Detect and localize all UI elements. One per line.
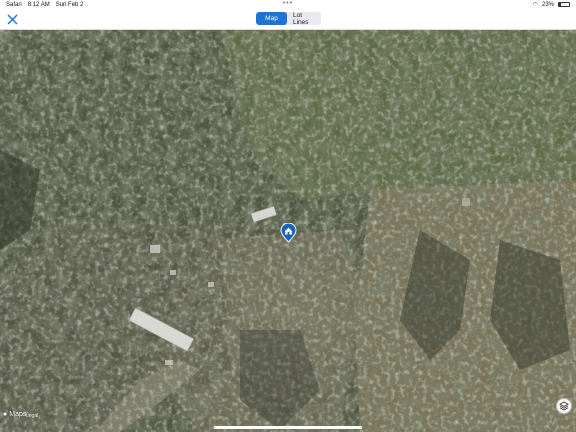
legal-link[interactable]: Legal (26, 413, 38, 419)
wifi-icon: ◠ (532, 2, 538, 8)
maps-attribution: ● Maps (3, 411, 26, 418)
status-date: Sun Feb 2 (55, 1, 84, 8)
house-icon (280, 223, 297, 243)
status-bar: Safari 8:12 AM Sun Feb 2 ••• ◠ 23% (0, 0, 576, 9)
property-pin[interactable] (280, 223, 297, 243)
status-time: 8:12 AM (27, 1, 50, 8)
map-layers-button[interactable] (556, 398, 572, 414)
satellite-map[interactable] (0, 30, 576, 432)
battery-percent: 23% (541, 1, 554, 8)
home-indicator[interactable] (214, 426, 362, 429)
maps-label: Maps (9, 411, 27, 418)
map-mode-segmented-control: Map Lot Lines (256, 12, 321, 25)
close-icon (7, 14, 17, 24)
multitasking-dots-icon[interactable]: ••• (283, 0, 293, 7)
tab-lot-lines[interactable]: Lot Lines (287, 12, 321, 25)
nav-bar: Map Lot Lines (0, 9, 576, 30)
close-button[interactable] (5, 12, 19, 26)
status-app: Safari (6, 1, 22, 8)
tab-map[interactable]: Map (256, 12, 287, 25)
apple-logo-icon: ● (3, 411, 8, 418)
layers-icon (559, 401, 569, 411)
battery-icon (558, 2, 570, 7)
battery-fill (559, 3, 562, 6)
